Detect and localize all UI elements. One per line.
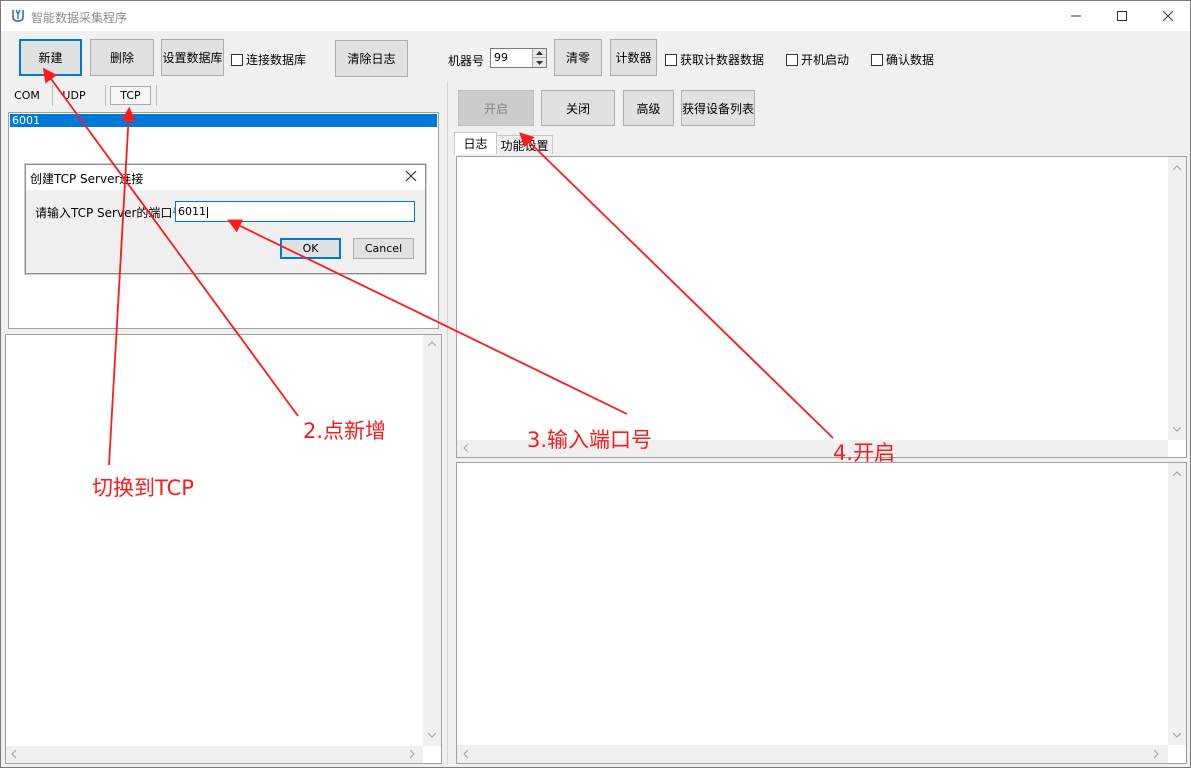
get-counter-data-label: 获取计数器数据 — [680, 53, 765, 67]
machine-number-label: 机器号 — [448, 54, 485, 68]
advanced-button[interactable]: 高级 — [623, 90, 674, 126]
title-bar[interactable]: 智能数据采集程序 — [1, 1, 1190, 31]
list-item[interactable]: 6001 — [10, 114, 437, 127]
maximize-icon — [1117, 11, 1127, 21]
set-database-button[interactable]: 设置数据库 — [161, 39, 224, 76]
stepper-up-icon[interactable] — [533, 49, 546, 58]
port-value: 6011 — [178, 205, 206, 218]
connect-database-checkbox[interactable]: 连接数据库 — [231, 51, 306, 68]
dialog-title: 创建TCP Server连接 — [30, 172, 144, 186]
cancel-button[interactable]: Cancel — [353, 238, 414, 259]
confirm-data-label: 确认数据 — [886, 53, 935, 67]
scroll-right-icon[interactable] — [1154, 750, 1159, 758]
minimize-button[interactable] — [1053, 1, 1099, 31]
counter-button[interactable]: 计数器 — [610, 39, 657, 76]
tab-udp[interactable]: UDP — [56, 86, 92, 104]
text-cursor — [207, 206, 208, 218]
machine-number-stepper[interactable]: 99 — [490, 48, 547, 68]
autostart-checkbox[interactable]: 开机启动 — [786, 51, 849, 68]
left-log-panel[interactable] — [5, 334, 442, 764]
left-horizontal-scrollbar[interactable] — [6, 746, 423, 763]
autostart-label: 开机启动 — [801, 53, 850, 67]
clear-log-button[interactable]: 清除日志 — [335, 40, 408, 77]
open-button[interactable]: 开启 — [458, 90, 534, 126]
left-vertical-scrollbar[interactable] — [423, 335, 441, 746]
checkbox-box — [786, 53, 798, 66]
checkbox-box — [231, 53, 243, 66]
scroll-left-icon[interactable] — [463, 750, 468, 758]
window-title: 智能数据采集程序 — [31, 11, 128, 25]
annotation-click-new: 2.点新增 — [303, 419, 387, 443]
machine-number-value: 99 — [494, 51, 508, 64]
scroll-down-icon[interactable] — [1173, 427, 1181, 432]
dialog-title-bar[interactable]: 创建TCP Server连接 — [26, 165, 425, 190]
right-lower-horizontal-scrollbar[interactable] — [457, 745, 1168, 763]
ok-button[interactable]: OK — [280, 238, 341, 259]
scroll-up-icon[interactable] — [1173, 471, 1181, 476]
scroll-down-icon[interactable] — [1173, 733, 1181, 738]
dialog-prompt: 请输入TCP Server的端口号 — [35, 206, 185, 220]
app-icon — [12, 9, 24, 22]
maximize-button[interactable] — [1099, 1, 1145, 31]
get-counter-data-checkbox[interactable]: 获取计数器数据 — [665, 51, 764, 68]
right-log-panel[interactable] — [456, 156, 1187, 458]
right-lower-vertical-scrollbar[interactable] — [1168, 463, 1186, 745]
stepper-arrows[interactable] — [532, 49, 546, 67]
splitter[interactable] — [447, 81, 448, 765]
minimize-icon — [1071, 15, 1081, 17]
scroll-left-icon[interactable] — [463, 444, 468, 452]
annotation-open: 4.开启 — [833, 441, 896, 465]
annotation-input-port: 3.输入端口号 — [527, 428, 653, 452]
connect-database-label: 连接数据库 — [246, 53, 307, 67]
scroll-up-icon[interactable] — [428, 341, 436, 346]
tab-separator — [105, 85, 106, 106]
scroll-down-icon[interactable] — [428, 733, 436, 738]
right-upper-vertical-scrollbar[interactable] — [1168, 157, 1186, 440]
tab-com[interactable]: COM — [5, 86, 49, 104]
checkbox-box — [871, 53, 883, 66]
scroll-left-icon[interactable] — [11, 750, 16, 758]
app-window: 智能数据采集程序 新建 删除 设置数据库 连接数据库 清除日志 机器号 99 清… — [0, 0, 1191, 768]
close-button[interactable] — [1145, 1, 1191, 31]
scroll-up-icon[interactable] — [1173, 165, 1181, 170]
port-input[interactable]: 6011 — [175, 201, 415, 222]
tab-function-settings[interactable]: 功能设置 — [497, 135, 553, 154]
new-button[interactable]: 新建 — [19, 39, 82, 76]
tab-log[interactable]: 日志 — [454, 132, 497, 154]
tab-tcp[interactable]: TCP — [110, 86, 151, 105]
stepper-down-icon[interactable] — [533, 58, 546, 67]
annotation-switch-tcp: 切换到TCP — [92, 476, 194, 500]
reset-button[interactable]: 清零 — [554, 39, 602, 76]
tab-separator — [156, 85, 157, 106]
checkbox-box — [665, 53, 677, 66]
right-data-panel[interactable] — [456, 462, 1187, 764]
scroll-right-icon[interactable] — [410, 750, 415, 758]
get-device-list-button[interactable]: 获得设备列表 — [681, 90, 755, 126]
delete-button[interactable]: 删除 — [90, 39, 154, 76]
confirm-data-checkbox[interactable]: 确认数据 — [871, 51, 934, 68]
close-icon — [1163, 11, 1173, 21]
tab-separator — [52, 85, 53, 106]
close-icon[interactable] — [405, 170, 417, 182]
close-connection-button[interactable]: 关闭 — [541, 90, 615, 126]
